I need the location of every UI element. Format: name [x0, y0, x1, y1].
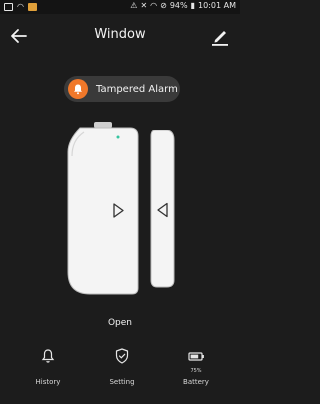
nav-history[interactable]: History — [18, 340, 78, 396]
nav-history-label: History — [35, 378, 61, 386]
mute-icon: ✕ — [140, 1, 148, 10]
wifi-icon: ◠ — [150, 1, 158, 10]
battery-level: 75% — [190, 368, 202, 374]
alarm-status-icon: ⚠ — [130, 1, 138, 10]
door-sensor-body — [67, 122, 139, 295]
battery-icon: ▮ — [190, 1, 196, 10]
edit-pencil-icon[interactable] — [209, 25, 231, 47]
battery-percent: 94% — [169, 1, 188, 10]
clock: 10:01 AM — [198, 1, 236, 10]
bell-outline-icon — [41, 349, 55, 363]
bell-icon — [68, 79, 88, 99]
nav-setting-label: Setting — [109, 378, 135, 386]
bottom-nav: History Setting 75% Battery — [0, 340, 240, 396]
status-bar: ◠ ⚠ ✕ ◠ ⊘ 94% ▮ 10:01 AM — [0, 0, 240, 14]
screen: ◠ ⚠ ✕ ◠ ⊘ 94% ▮ 10:01 AM Window Tampered… — [0, 0, 240, 404]
status-right: ⚠ ✕ ◠ ⊘ 94% ▮ 10:01 AM — [130, 1, 236, 11]
nav-battery[interactable]: 75% Battery — [166, 340, 226, 396]
sensor-state: Open — [107, 318, 133, 328]
shield-check-icon — [115, 348, 129, 364]
magnet-part — [150, 130, 175, 288]
dnd-icon: ⊘ — [160, 1, 167, 10]
status-left: ◠ — [4, 2, 37, 12]
header: Window — [0, 14, 240, 58]
alarm-label: Tampered Alarm — [96, 83, 178, 95]
app-notification-icon — [27, 3, 37, 11]
image-notification-icon — [4, 3, 13, 11]
nav-battery-label: Battery — [183, 378, 209, 386]
cast-icon: ◠ — [17, 2, 24, 11]
tampered-alarm-badge[interactable]: Tampered Alarm — [64, 76, 180, 102]
battery-icon — [188, 352, 204, 361]
page-title: Window — [94, 27, 146, 42]
nav-setting[interactable]: Setting — [92, 340, 152, 396]
